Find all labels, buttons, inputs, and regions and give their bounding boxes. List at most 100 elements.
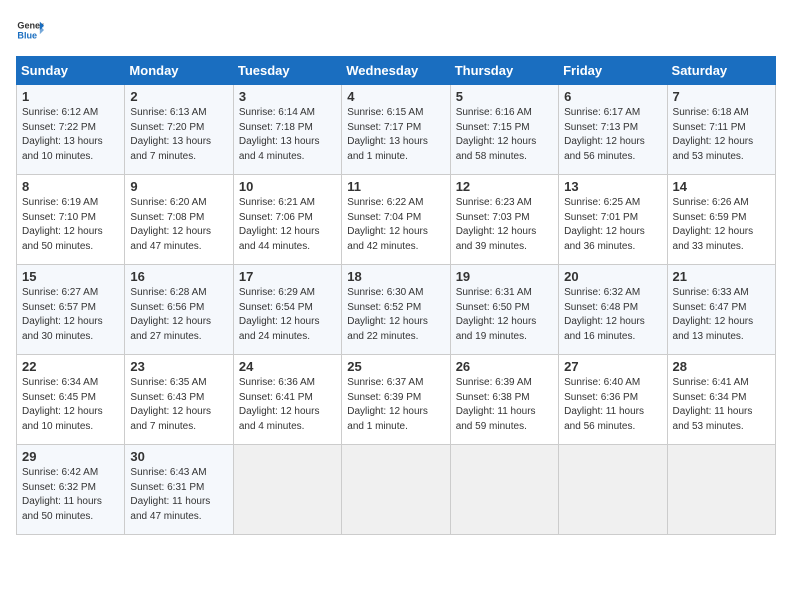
col-header-thursday: Thursday	[450, 57, 558, 85]
day-info: Sunrise: 6:17 AM Sunset: 7:13 PM Dayligh…	[564, 106, 661, 164]
calendar-cell: 22 Sunrise: 6:34 AM Sunset: 6:45 PM Dayl…	[17, 355, 125, 445]
day-number: 30	[130, 449, 227, 464]
day-number: 6	[564, 89, 661, 104]
day-info: Sunrise: 6:34 AM Sunset: 6:45 PM Dayligh…	[22, 376, 119, 434]
svg-text:Blue: Blue	[17, 30, 37, 40]
calendar-cell: 29 Sunrise: 6:42 AM Sunset: 6:32 PM Dayl…	[17, 445, 125, 535]
day-info: Sunrise: 6:40 AM Sunset: 6:36 PM Dayligh…	[564, 376, 661, 434]
day-info: Sunrise: 6:39 AM Sunset: 6:38 PM Dayligh…	[456, 376, 553, 434]
col-header-friday: Friday	[559, 57, 667, 85]
calendar-cell: 2 Sunrise: 6:13 AM Sunset: 7:20 PM Dayli…	[125, 85, 233, 175]
col-header-tuesday: Tuesday	[233, 57, 341, 85]
day-number: 11	[347, 179, 444, 194]
day-number: 21	[673, 269, 770, 284]
calendar-cell: 17 Sunrise: 6:29 AM Sunset: 6:54 PM Dayl…	[233, 265, 341, 355]
day-number: 10	[239, 179, 336, 194]
calendar-cell	[342, 445, 450, 535]
day-number: 14	[673, 179, 770, 194]
day-info: Sunrise: 6:33 AM Sunset: 6:47 PM Dayligh…	[673, 286, 770, 344]
day-number: 1	[22, 89, 119, 104]
calendar-cell	[233, 445, 341, 535]
calendar-cell: 1 Sunrise: 6:12 AM Sunset: 7:22 PM Dayli…	[17, 85, 125, 175]
day-number: 23	[130, 359, 227, 374]
col-header-wednesday: Wednesday	[342, 57, 450, 85]
day-info: Sunrise: 6:16 AM Sunset: 7:15 PM Dayligh…	[456, 106, 553, 164]
day-number: 5	[456, 89, 553, 104]
calendar-cell: 4 Sunrise: 6:15 AM Sunset: 7:17 PM Dayli…	[342, 85, 450, 175]
day-info: Sunrise: 6:21 AM Sunset: 7:06 PM Dayligh…	[239, 196, 336, 254]
day-number: 20	[564, 269, 661, 284]
day-number: 26	[456, 359, 553, 374]
logo: General Blue	[16, 16, 50, 44]
day-number: 4	[347, 89, 444, 104]
col-header-saturday: Saturday	[667, 57, 775, 85]
calendar-cell: 24 Sunrise: 6:36 AM Sunset: 6:41 PM Dayl…	[233, 355, 341, 445]
calendar-cell: 13 Sunrise: 6:25 AM Sunset: 7:01 PM Dayl…	[559, 175, 667, 265]
day-info: Sunrise: 6:22 AM Sunset: 7:04 PM Dayligh…	[347, 196, 444, 254]
day-info: Sunrise: 6:18 AM Sunset: 7:11 PM Dayligh…	[673, 106, 770, 164]
calendar-cell	[559, 445, 667, 535]
page-header: General Blue	[16, 16, 776, 44]
logo-icon: General Blue	[16, 16, 44, 44]
day-info: Sunrise: 6:37 AM Sunset: 6:39 PM Dayligh…	[347, 376, 444, 434]
calendar-cell	[450, 445, 558, 535]
day-number: 8	[22, 179, 119, 194]
day-number: 27	[564, 359, 661, 374]
day-number: 15	[22, 269, 119, 284]
day-info: Sunrise: 6:20 AM Sunset: 7:08 PM Dayligh…	[130, 196, 227, 254]
day-info: Sunrise: 6:15 AM Sunset: 7:17 PM Dayligh…	[347, 106, 444, 164]
calendar-cell: 26 Sunrise: 6:39 AM Sunset: 6:38 PM Dayl…	[450, 355, 558, 445]
calendar-cell: 5 Sunrise: 6:16 AM Sunset: 7:15 PM Dayli…	[450, 85, 558, 175]
day-info: Sunrise: 6:31 AM Sunset: 6:50 PM Dayligh…	[456, 286, 553, 344]
calendar-cell: 9 Sunrise: 6:20 AM Sunset: 7:08 PM Dayli…	[125, 175, 233, 265]
calendar-cell: 12 Sunrise: 6:23 AM Sunset: 7:03 PM Dayl…	[450, 175, 558, 265]
calendar-cell: 30 Sunrise: 6:43 AM Sunset: 6:31 PM Dayl…	[125, 445, 233, 535]
day-info: Sunrise: 6:14 AM Sunset: 7:18 PM Dayligh…	[239, 106, 336, 164]
calendar-cell: 6 Sunrise: 6:17 AM Sunset: 7:13 PM Dayli…	[559, 85, 667, 175]
calendar-cell: 11 Sunrise: 6:22 AM Sunset: 7:04 PM Dayl…	[342, 175, 450, 265]
calendar-cell: 27 Sunrise: 6:40 AM Sunset: 6:36 PM Dayl…	[559, 355, 667, 445]
calendar-cell: 20 Sunrise: 6:32 AM Sunset: 6:48 PM Dayl…	[559, 265, 667, 355]
day-info: Sunrise: 6:29 AM Sunset: 6:54 PM Dayligh…	[239, 286, 336, 344]
day-info: Sunrise: 6:36 AM Sunset: 6:41 PM Dayligh…	[239, 376, 336, 434]
col-header-sunday: Sunday	[17, 57, 125, 85]
day-number: 9	[130, 179, 227, 194]
calendar-cell: 14 Sunrise: 6:26 AM Sunset: 6:59 PM Dayl…	[667, 175, 775, 265]
day-info: Sunrise: 6:12 AM Sunset: 7:22 PM Dayligh…	[22, 106, 119, 164]
day-info: Sunrise: 6:35 AM Sunset: 6:43 PM Dayligh…	[130, 376, 227, 434]
day-number: 17	[239, 269, 336, 284]
day-number: 19	[456, 269, 553, 284]
day-number: 16	[130, 269, 227, 284]
day-info: Sunrise: 6:19 AM Sunset: 7:10 PM Dayligh…	[22, 196, 119, 254]
day-info: Sunrise: 6:27 AM Sunset: 6:57 PM Dayligh…	[22, 286, 119, 344]
day-number: 24	[239, 359, 336, 374]
day-number: 22	[22, 359, 119, 374]
day-info: Sunrise: 6:28 AM Sunset: 6:56 PM Dayligh…	[130, 286, 227, 344]
day-info: Sunrise: 6:13 AM Sunset: 7:20 PM Dayligh…	[130, 106, 227, 164]
day-info: Sunrise: 6:30 AM Sunset: 6:52 PM Dayligh…	[347, 286, 444, 344]
day-info: Sunrise: 6:41 AM Sunset: 6:34 PM Dayligh…	[673, 376, 770, 434]
day-number: 28	[673, 359, 770, 374]
calendar-cell: 3 Sunrise: 6:14 AM Sunset: 7:18 PM Dayli…	[233, 85, 341, 175]
day-info: Sunrise: 6:26 AM Sunset: 6:59 PM Dayligh…	[673, 196, 770, 254]
calendar-cell: 7 Sunrise: 6:18 AM Sunset: 7:11 PM Dayli…	[667, 85, 775, 175]
day-number: 18	[347, 269, 444, 284]
day-number: 25	[347, 359, 444, 374]
col-header-monday: Monday	[125, 57, 233, 85]
day-info: Sunrise: 6:32 AM Sunset: 6:48 PM Dayligh…	[564, 286, 661, 344]
day-number: 29	[22, 449, 119, 464]
calendar-cell: 23 Sunrise: 6:35 AM Sunset: 6:43 PM Dayl…	[125, 355, 233, 445]
day-number: 3	[239, 89, 336, 104]
day-number: 12	[456, 179, 553, 194]
calendar-cell: 16 Sunrise: 6:28 AM Sunset: 6:56 PM Dayl…	[125, 265, 233, 355]
calendar-cell: 15 Sunrise: 6:27 AM Sunset: 6:57 PM Dayl…	[17, 265, 125, 355]
calendar-cell: 28 Sunrise: 6:41 AM Sunset: 6:34 PM Dayl…	[667, 355, 775, 445]
day-info: Sunrise: 6:23 AM Sunset: 7:03 PM Dayligh…	[456, 196, 553, 254]
day-number: 7	[673, 89, 770, 104]
calendar-cell: 21 Sunrise: 6:33 AM Sunset: 6:47 PM Dayl…	[667, 265, 775, 355]
calendar-cell	[667, 445, 775, 535]
day-number: 2	[130, 89, 227, 104]
day-info: Sunrise: 6:25 AM Sunset: 7:01 PM Dayligh…	[564, 196, 661, 254]
day-number: 13	[564, 179, 661, 194]
day-info: Sunrise: 6:43 AM Sunset: 6:31 PM Dayligh…	[130, 466, 227, 524]
